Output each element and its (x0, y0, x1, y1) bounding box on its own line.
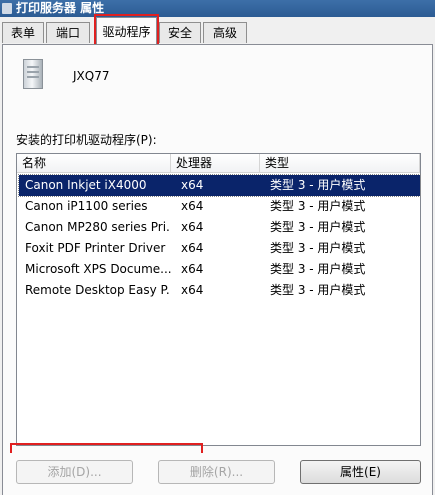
add-driver-button[interactable]: 添加(D)... (16, 460, 133, 484)
driver-name: Canon Inkjet iX4000 (25, 178, 147, 192)
driver-type: 类型 3 - 用户模式 (270, 220, 366, 234)
driver-type: 类型 3 - 用户模式 (270, 178, 366, 192)
tab-forms[interactable]: 表单 (2, 22, 44, 43)
driver-name: Microsoft XPS Docume... (25, 262, 171, 276)
driver-processor: x64 (181, 220, 204, 234)
tab-advanced[interactable]: 高级 (203, 22, 247, 43)
remove-driver-button[interactable]: 删除(R)... (158, 460, 275, 484)
list-header: 名称 处理器 类型 (17, 154, 420, 173)
driver-type: 类型 3 - 用户模式 (270, 241, 366, 255)
column-header-name[interactable]: 名称 (17, 154, 171, 173)
driver-type: 类型 3 - 用户模式 (270, 283, 366, 297)
driver-processor: x64 (181, 178, 204, 192)
driver-type: 类型 3 - 用户模式 (270, 199, 366, 213)
tab-drivers[interactable]: 驱动程序 (96, 17, 157, 45)
driver-row[interactable]: Microsoft XPS Docume... x64 类型 3 - 用户模式 (19, 259, 420, 280)
driver-row[interactable]: Remote Desktop Easy P... x64 类型 3 - 用户模式 (19, 280, 420, 301)
window-title: 打印服务器 属性 (16, 1, 105, 15)
driver-row[interactable]: Foxit PDF Printer Driver x64 类型 3 - 用户模式 (19, 238, 420, 259)
driver-processor: x64 (181, 283, 204, 297)
column-header-processor[interactable]: 处理器 (171, 154, 260, 173)
tab-ports[interactable]: 端口 (46, 22, 90, 43)
driver-name: Canon MP280 series Pri... (25, 220, 171, 234)
driver-processor: x64 (181, 262, 204, 276)
drivers-list-label: 安装的打印机驱动程序(P): (16, 133, 157, 147)
drivers-tab-panel: JXQ77 安装的打印机驱动程序(P): 名称 处理器 类型 Canon Ink… (2, 44, 433, 495)
driver-row[interactable]: Canon Inkjet iX4000 x64 类型 3 - 用户模式 (18, 174, 421, 197)
title-bar: 打印服务器 属性 (0, 0, 435, 17)
driver-name: Canon iP1100 series (25, 199, 148, 213)
column-header-type[interactable]: 类型 (260, 154, 420, 173)
drivers-list[interactable]: 名称 处理器 类型 Canon Inkjet iX4000 x64 类型 3 -… (16, 153, 421, 446)
driver-properties-button[interactable]: 属性(E) (300, 460, 421, 484)
server-icon (23, 59, 43, 89)
driver-type: 类型 3 - 用户模式 (270, 262, 366, 276)
driver-row[interactable]: Canon MP280 series Pri... x64 类型 3 - 用户模… (19, 217, 420, 238)
driver-processor: x64 (181, 199, 204, 213)
driver-name: Foxit PDF Printer Driver (25, 241, 166, 255)
driver-processor: x64 (181, 241, 204, 255)
driver-row[interactable]: Canon iP1100 series x64 类型 3 - 用户模式 (19, 196, 420, 217)
tab-security[interactable]: 安全 (159, 22, 201, 43)
printer-server-icon (2, 3, 12, 14)
tab-strip: 表单 端口 驱动程序 安全 高级 (0, 14, 435, 49)
driver-name: Remote Desktop Easy P... (25, 283, 171, 297)
server-name: JXQ77 (73, 69, 110, 83)
